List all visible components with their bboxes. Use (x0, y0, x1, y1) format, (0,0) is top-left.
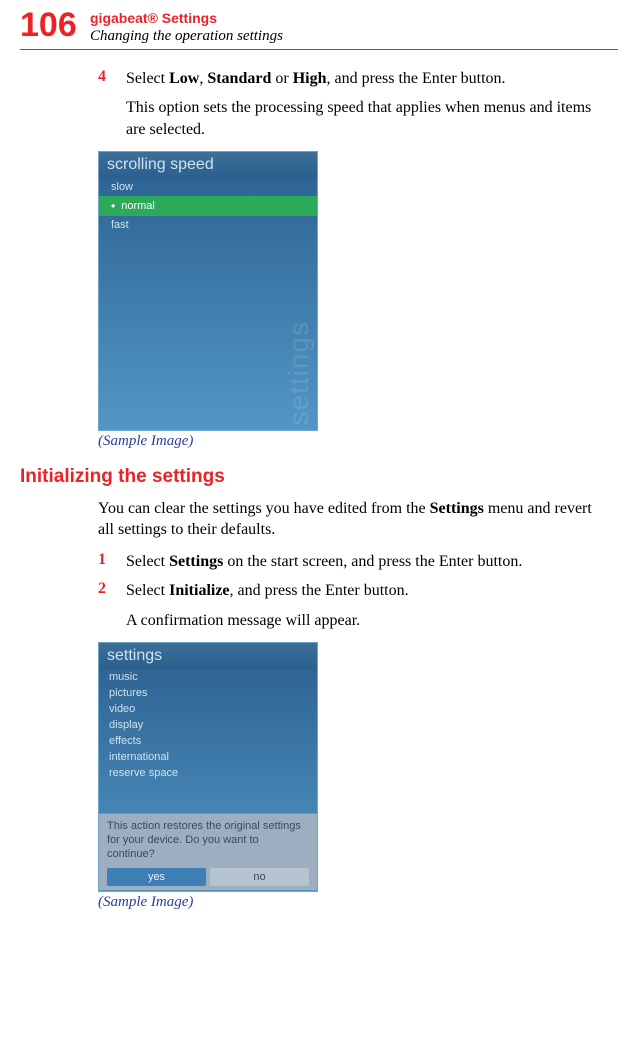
main-content: 4 Select Low, Standard or High, and pres… (20, 68, 618, 911)
ss2-item-display: display (99, 717, 317, 733)
ss-option-slow: slow (99, 178, 317, 196)
ss2-item-pictures: pictures (99, 685, 317, 701)
screenshot-settings-initialize: settings music pictures video display ef… (98, 642, 318, 892)
ss-option-label: normal (121, 200, 155, 212)
ss2-button-row: yes no (107, 868, 309, 886)
initialize-bold: Initialize (169, 582, 229, 599)
t: Select (126, 70, 169, 87)
header-title: gigabeat® Settings (90, 10, 283, 27)
ss-title: scrolling speed (99, 152, 317, 178)
sample-image-caption: (Sample Image) (98, 894, 608, 911)
ss2-title: settings (99, 643, 317, 669)
t: Select (126, 553, 169, 570)
step-4-description: This option sets the processing speed th… (98, 97, 608, 140)
page-number: 106 (20, 8, 90, 42)
ss2-confirm-dialog: This action restores the original settin… (99, 813, 317, 889)
ss2-item-effects: effects (99, 733, 317, 749)
step-text: Select Initialize, and press the Enter b… (126, 580, 608, 602)
step-1: 1 Select Settings on the start screen, a… (98, 551, 608, 573)
sample-image-caption: (Sample Image) (98, 433, 608, 450)
ss2-item-reserve-space: reserve space (99, 765, 317, 781)
ss-watermark: settings (283, 321, 315, 426)
step-text: Select Low, Standard or High, and press … (126, 68, 608, 90)
header-divider (20, 49, 618, 50)
opt-high: High (293, 70, 327, 87)
step-number: 4 (98, 68, 126, 90)
page-header: 106 gigabeat® Settings Changing the oper… (20, 8, 618, 45)
header-subtitle: Changing the operation settings (90, 27, 283, 45)
ss2-item-video: video (99, 701, 317, 717)
ss2-yes-button: yes (107, 868, 206, 886)
step-number: 1 (98, 551, 126, 573)
t: on the start screen, and press the Enter… (223, 553, 522, 570)
settings-bold: Settings (169, 553, 223, 570)
step-number: 2 (98, 580, 126, 602)
t: , and press the Enter button. (326, 70, 505, 87)
ss2-item-international: international (99, 749, 317, 765)
opt-standard: Standard (207, 70, 271, 87)
t: , and press the Enter button. (230, 582, 409, 599)
step-2-description: A confirmation message will appear. (98, 610, 608, 632)
init-intro-paragraph: You can clear the settings you have edit… (98, 498, 608, 541)
step-2: 2 Select Initialize, and press the Enter… (98, 580, 608, 602)
t: or (271, 70, 292, 87)
ss-option-normal-selected: normal (99, 196, 317, 216)
opt-low: Low (169, 70, 199, 87)
ss2-dialog-text: This action restores the original settin… (107, 820, 309, 861)
ss2-item-music: music (99, 669, 317, 685)
step-4: 4 Select Low, Standard or High, and pres… (98, 68, 608, 90)
section-heading-initializing: Initializing the settings (20, 466, 608, 488)
header-text-block: gigabeat® Settings Changing the operatio… (90, 8, 283, 45)
step-text: Select Settings on the start screen, and… (126, 551, 608, 573)
ss-option-fast: fast (99, 216, 317, 234)
settings-bold: Settings (430, 500, 484, 517)
t: You can clear the settings you have edit… (98, 500, 430, 517)
screenshot-scrolling-speed: scrolling speed slow normal fast setting… (98, 151, 318, 431)
ss2-no-button: no (210, 868, 309, 886)
t: Select (126, 582, 169, 599)
